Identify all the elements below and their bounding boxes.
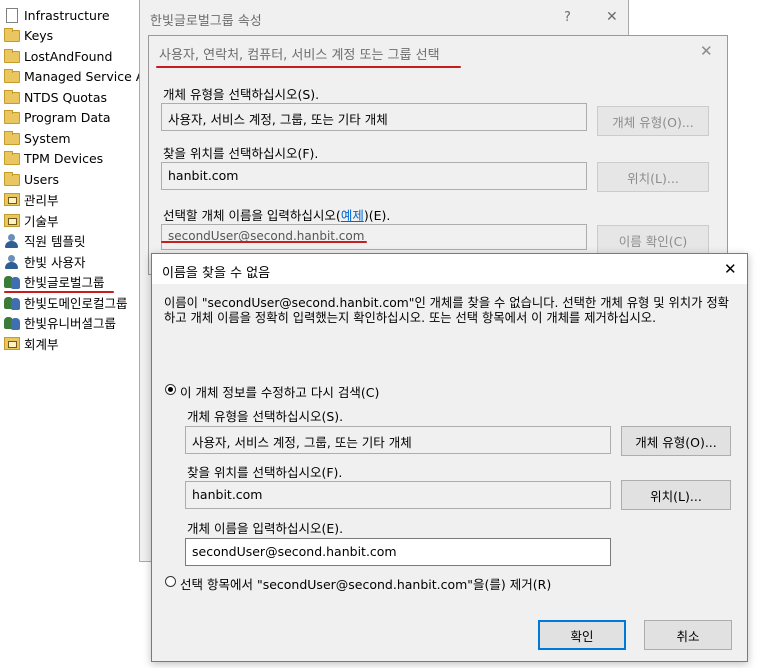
tree-item-label: 회계부: [24, 337, 59, 352]
select-dialog-close-button[interactable]: ✕: [700, 42, 713, 60]
location-label: 찾을 위치를 선택하십시오(F).: [187, 465, 343, 480]
document-icon: [6, 8, 18, 23]
error-dialog-close-button[interactable]: ✕: [724, 260, 737, 278]
organizational-unit-icon: [4, 214, 20, 227]
tree-item-hanbit-global-group[interactable]: 한빛글로벌그룹: [4, 272, 105, 291]
tree-item-infrastructure[interactable]: Infrastructure: [4, 6, 110, 25]
help-button[interactable]: ?: [564, 10, 571, 25]
annotation-underline: [4, 291, 114, 293]
tree-item-keys[interactable]: Keys: [4, 26, 53, 45]
object-names-label-suffix: )(E).: [363, 208, 391, 223]
modify-and-search-radio[interactable]: [165, 384, 176, 395]
location-field: hanbit.com: [161, 162, 587, 190]
check-names-button[interactable]: 이름 확인(C): [597, 225, 709, 255]
properties-close-button[interactable]: ✕: [606, 9, 618, 25]
tree-item-label: Users: [24, 172, 60, 187]
group-icon: [4, 275, 20, 289]
tree-item-employee-template[interactable]: 직원 템플릿: [4, 231, 85, 250]
folder-icon: [4, 89, 20, 104]
location-label: 찾을 위치를 선택하십시오(F).: [163, 146, 319, 161]
tree-item-label: 관리부: [24, 193, 59, 208]
tree-item-hanbit-universal-group[interactable]: 한빛유니버셜그룹: [4, 313, 116, 332]
object-type-label: 개체 유형을 선택하십시오(S).: [163, 87, 320, 102]
folder-icon: [4, 171, 20, 186]
object-name-label: 개체 이름을 입력하십시오(E).: [187, 521, 344, 536]
object-names-label-prefix: 선택할 개체 이름을 입력하십시오(: [163, 208, 341, 223]
object-types-button[interactable]: 개체 유형(O)...: [597, 106, 709, 136]
tree-item-ntds-quotas[interactable]: NTDS Quotas: [4, 88, 107, 107]
locations-button[interactable]: 위치(L)...: [597, 162, 709, 192]
tree-item-tech-dept[interactable]: 기술부: [4, 211, 59, 230]
folder-icon: [4, 109, 20, 124]
user-icon: [4, 233, 20, 248]
tree-item-label: Managed Service Ac: [24, 69, 151, 84]
object-name-input[interactable]: secondUser@second.hanbit.com: [185, 538, 611, 566]
tree-item-tpm-devices[interactable]: TPM Devices: [4, 149, 103, 168]
ad-tree-panel: Infrastructure Keys LostAndFound Managed…: [0, 0, 151, 380]
folder-icon: [4, 150, 20, 165]
examples-link[interactable]: 예제: [341, 208, 364, 223]
tree-item-hanbit-domain-local-group[interactable]: 한빛도메인로컬그룹: [4, 293, 128, 312]
object-names-input[interactable]: secondUser@second.hanbit.com: [161, 224, 587, 250]
remove-from-selection-label: 선택 항목에서 "secondUser@second.hanbit.com"을(…: [180, 577, 552, 592]
select-users-dialog: 사용자, 연락처, 컴퓨터, 서비스 계정 또는 그룹 선택 ✕ 개체 유형을 …: [148, 35, 728, 275]
name-not-found-dialog: 이름을 찾을 수 없음 ✕ 이름이 "secondUser@second.han…: [151, 253, 748, 662]
folder-icon: [4, 68, 20, 83]
tree-item-label: System: [24, 131, 71, 146]
object-type-label: 개체 유형을 선택하십시오(S).: [187, 409, 344, 424]
organizational-unit-icon: [4, 337, 20, 350]
select-dialog-title: 사용자, 연락처, 컴퓨터, 서비스 계정 또는 그룹 선택: [159, 48, 440, 63]
tree-item-hanbit-user[interactable]: 한빛 사용자: [4, 252, 85, 271]
modify-and-search-label: 이 개체 정보를 수정하고 다시 검색(C): [180, 385, 380, 400]
location-field: hanbit.com: [185, 481, 611, 509]
tree-item-label: Keys: [24, 28, 54, 43]
tree-item-label: 한빛도메인로컬그룹: [24, 296, 128, 311]
tree-item-label: NTDS Quotas: [24, 90, 108, 105]
tree-item-label: 직원 템플릿: [24, 234, 86, 249]
object-type-field: 사용자, 서비스 계정, 그룹, 또는 기타 개체: [161, 103, 587, 131]
folder-icon: [4, 27, 20, 42]
tree-item-accounting-dept[interactable]: 회계부: [4, 334, 59, 353]
tree-item-management-dept[interactable]: 관리부: [4, 190, 59, 209]
organizational-unit-icon: [4, 193, 20, 206]
properties-window-title: 한빛글로벌그룹 속성: [150, 14, 262, 29]
tree-item-label: 한빛글로벌그룹: [24, 275, 105, 290]
tree-item-label: 기술부: [24, 214, 59, 229]
object-names-label: 선택할 개체 이름을 입력하십시오(예제)(E).: [163, 205, 390, 224]
tree-item-label: TPM Devices: [24, 151, 104, 166]
folder-icon: [4, 130, 20, 145]
annotation-underline: [161, 241, 367, 243]
tree-item-label: 한빛유니버셜그룹: [24, 316, 117, 331]
object-type-field: 사용자, 서비스 계정, 그룹, 또는 기타 개체: [185, 426, 611, 454]
ok-button[interactable]: 확인: [538, 620, 626, 650]
cancel-button[interactable]: 취소: [644, 620, 732, 650]
tree-item-lostandfound[interactable]: LostAndFound: [4, 47, 112, 66]
folder-icon: [4, 48, 20, 63]
tree-item-label: Program Data: [24, 110, 111, 125]
remove-from-selection-radio[interactable]: [165, 576, 176, 587]
annotation-underline: [156, 66, 461, 68]
object-types-button[interactable]: 개체 유형(O)...: [621, 426, 731, 456]
tree-item-system[interactable]: System: [4, 129, 71, 148]
group-icon: [4, 296, 20, 310]
user-icon: [4, 254, 20, 269]
tree-item-users[interactable]: Users: [4, 170, 59, 189]
tree-item-label: Infrastructure: [24, 8, 110, 23]
error-dialog-title: 이름을 찾을 수 없음: [162, 266, 271, 281]
tree-item-label: 한빛 사용자: [24, 255, 86, 270]
locations-button[interactable]: 위치(L)...: [621, 480, 731, 510]
tree-item-label: LostAndFound: [24, 49, 113, 64]
group-icon: [4, 316, 20, 330]
tree-item-program-data[interactable]: Program Data: [4, 108, 111, 127]
tree-item-managed-service-accounts[interactable]: Managed Service Ac: [4, 67, 151, 86]
error-message: 이름이 "secondUser@second.hanbit.com"인 개체를 …: [164, 296, 729, 325]
